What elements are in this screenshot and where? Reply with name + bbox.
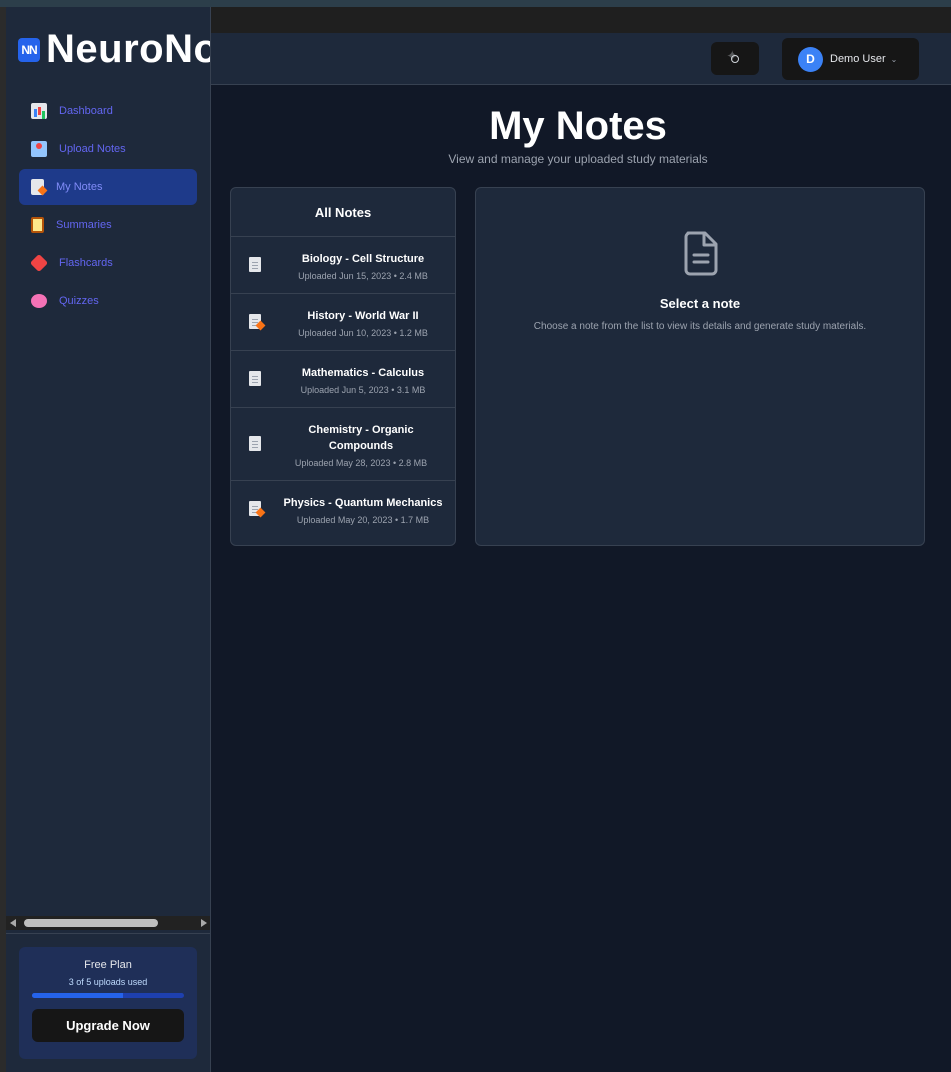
note-detail-panel: Select a note Choose a note from the lis…: [475, 187, 925, 546]
tag-icon: [29, 253, 49, 273]
list-item[interactable]: Physics - Quantum Mechanics Uploaded May…: [231, 481, 455, 537]
avatar: D: [798, 46, 823, 72]
sidebar-item-my-notes[interactable]: My Notes: [19, 169, 197, 205]
file-text-icon: [684, 231, 718, 276]
window-top-strip: [0, 0, 951, 7]
note-title: Chemistry - Organic Compounds: [308, 424, 414, 452]
user-name: Demo User: [830, 53, 886, 65]
top-header: D Demo User ⌄: [211, 33, 951, 85]
brand-logo: NN: [18, 37, 40, 62]
brand[interactable]: NN NeuroNotes: [18, 27, 210, 72]
list-item[interactable]: Biology - Cell Structure Uploaded Jun 15…: [231, 237, 455, 294]
upload-icon: [31, 141, 47, 157]
list-item[interactable]: History - World War II Uploaded Jun 10, …: [231, 294, 455, 351]
scroll-right-icon[interactable]: [201, 919, 207, 927]
sidebar-item-label: Summaries: [56, 219, 112, 231]
note-meta: Uploaded May 28, 2023 • 2.8 MB: [294, 458, 428, 468]
memo-icon: [249, 314, 261, 329]
note-title: History - World War II: [307, 310, 419, 322]
user-menu-button[interactable]: D Demo User ⌄: [782, 38, 919, 80]
list-item[interactable]: Mathematics - Calculus Uploaded Jun 5, 2…: [231, 351, 455, 408]
note-meta: Uploaded Jun 5, 2023 • 3.1 MB: [300, 385, 426, 395]
sidebar: NN NeuroNotes Dashboard Upload Notes My …: [6, 7, 211, 1072]
plan-progress-fill: [32, 993, 124, 998]
document-icon: [249, 257, 261, 272]
sun-icon: [726, 49, 739, 64]
sidebar-item-label: Flashcards: [59, 257, 113, 269]
theme-toggle-button[interactable]: [711, 42, 759, 75]
plan-title: Free Plan: [84, 959, 132, 971]
detail-text: Choose a note from the list to view its …: [533, 321, 867, 332]
sidebar-item-label: Dashboard: [59, 105, 113, 117]
page-subtitle: View and manage your uploaded study mate…: [448, 152, 708, 166]
upgrade-button[interactable]: Upgrade Now: [32, 1009, 184, 1042]
brand-name: NeuroNotes: [46, 27, 210, 71]
sidebar-item-quizzes[interactable]: Quizzes: [19, 283, 197, 319]
memo-icon: [249, 501, 261, 516]
plan-progress-bar: [32, 993, 184, 998]
notes-list-panel: All Notes Biology - Cell Structure Uploa…: [230, 187, 456, 546]
scrollbar-thumb[interactable]: [24, 919, 158, 927]
page-title: My Notes: [489, 104, 667, 148]
plan-usage: 3 of 5 uploads used: [68, 977, 148, 987]
plan-card: Free Plan 3 of 5 uploads used Upgrade No…: [19, 947, 197, 1059]
sidebar-item-flashcards[interactable]: Flashcards: [19, 245, 197, 281]
detail-title: Select a note: [659, 296, 741, 311]
document-icon: [31, 179, 44, 195]
sidebar-horizontal-scrollbar[interactable]: [6, 916, 210, 930]
chevron-down-icon: ⌄: [890, 54, 898, 64]
brain-icon: [31, 294, 47, 308]
header-top-strip: [211, 7, 951, 33]
note-title: Biology - Cell Structure: [301, 253, 425, 265]
note-meta: Uploaded May 20, 2023 • 1.7 MB: [296, 515, 430, 525]
sidebar-item-label: Quizzes: [59, 295, 99, 307]
note-title: Physics - Quantum Mechanics: [283, 497, 443, 509]
sidebar-item-label: Upload Notes: [59, 143, 126, 155]
sidebar-item-upload-notes[interactable]: Upload Notes: [19, 131, 197, 167]
note-meta: Uploaded Jun 10, 2023 • 1.2 MB: [298, 328, 428, 338]
list-item[interactable]: Chemistry - Organic Compounds Uploaded M…: [231, 408, 455, 481]
notes-list-title: All Notes: [231, 188, 455, 237]
note-title: Mathematics - Calculus: [301, 367, 425, 379]
scroll-left-icon[interactable]: [10, 919, 16, 927]
sidebar-item-summaries[interactable]: Summaries: [19, 207, 197, 243]
document-icon: [249, 436, 261, 451]
sidebar-nav: Dashboard Upload Notes My Notes Summarie…: [19, 93, 197, 321]
document-icon: [249, 371, 261, 386]
sidebar-item-dashboard[interactable]: Dashboard: [19, 93, 197, 129]
chart-icon: [31, 103, 47, 119]
note-meta: Uploaded Jun 15, 2023 • 2.4 MB: [298, 271, 428, 281]
sidebar-item-label: My Notes: [56, 181, 103, 193]
clipboard-icon: [31, 217, 44, 233]
sidebar-divider: [6, 933, 210, 934]
